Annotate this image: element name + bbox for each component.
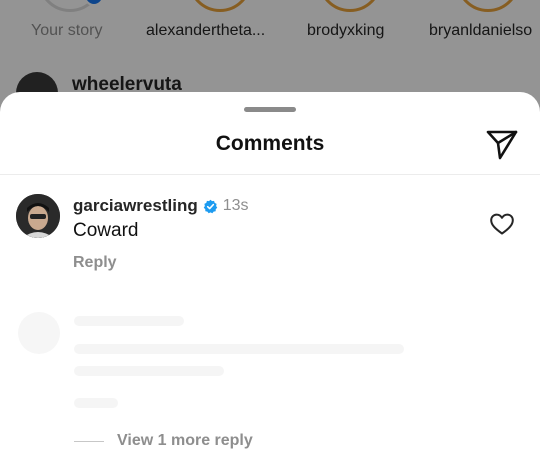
comment-timestamp: 13s [222, 197, 249, 214]
placeholder-line [74, 344, 404, 354]
placeholder-avatar [18, 312, 60, 354]
sheet-grabber-handle[interactable] [244, 107, 296, 112]
comment-text: Coward [73, 220, 139, 241]
comments-sheet: Comments garciawrestling 13s Coward Repl… [0, 92, 540, 458]
loading-placeholder [0, 312, 540, 422]
share-button[interactable] [485, 128, 519, 160]
reply-button[interactable]: Reply [73, 254, 117, 272]
like-button[interactable] [489, 212, 515, 236]
view-replies-label: View 1 more reply [117, 432, 253, 449]
placeholder-line [74, 366, 224, 376]
profile-photo-icon [16, 194, 60, 238]
avatar[interactable] [16, 194, 60, 238]
paper-plane-icon [486, 130, 518, 160]
heart-outline-icon [490, 213, 514, 235]
comment-username[interactable]: garciawrestling [73, 196, 198, 216]
verified-badge-icon [203, 199, 217, 213]
view-more-replies-button[interactable]: View 1 more reply [74, 432, 253, 450]
placeholder-line [74, 316, 184, 326]
header-divider [0, 174, 540, 175]
sheet-title: Comments [215, 132, 325, 155]
comment-header: garciawrestling 13s [73, 196, 249, 216]
replies-divider-line [74, 440, 104, 442]
placeholder-line [74, 398, 118, 408]
